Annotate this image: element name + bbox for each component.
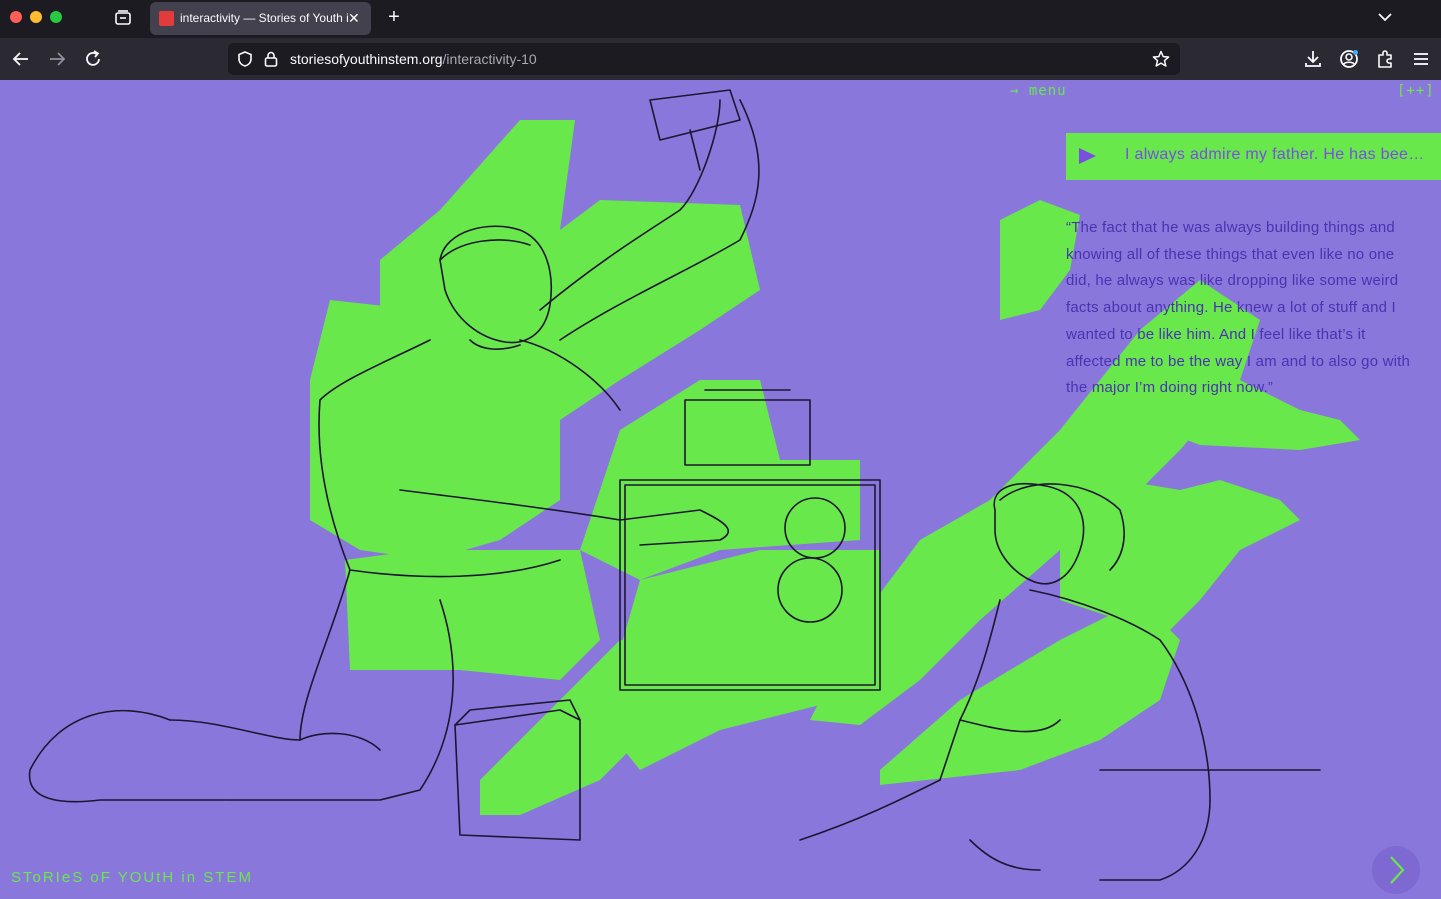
audio-caption: I always admire my father. He has been a… [1125,146,1430,163]
forward-icon[interactable] [46,48,68,70]
chevron-down-icon[interactable] [1376,10,1394,24]
expand-button[interactable]: [++] [1397,83,1435,99]
back-icon[interactable] [10,48,32,70]
url-host: storiesofyouthinstem.org [290,51,443,67]
new-tab-button[interactable]: + [383,5,405,29]
lock-icon[interactable] [263,50,279,68]
reload-icon[interactable] [82,48,104,70]
tab-title: interactivity — Stories of Youth in STEM [180,11,348,25]
menu-icon[interactable] [1410,48,1432,70]
zoom-window-button[interactable] [50,11,62,23]
menu-link[interactable]: → menu [1010,83,1067,99]
minimize-window-button[interactable] [30,11,42,23]
url-text[interactable]: storiesofyouthinstem.org/interactivity-1… [290,51,537,67]
close-tab-icon[interactable]: ✕ [348,9,360,27]
browser-titlebar: interactivity — Stories of Youth in STEM… [0,0,1441,38]
browser-navbar: storiesofyouthinstem.org/interactivity-1… [0,38,1441,80]
address-bar[interactable]: storiesofyouthinstem.org/interactivity-1… [228,43,1180,75]
audio-player[interactable]: I always admire my father. He has been a… [1066,133,1441,180]
account-icon[interactable] [1338,48,1360,70]
browser-tab-active[interactable]: interactivity — Stories of Youth in STEM… [150,2,371,35]
site-logo-text[interactable]: SToRIeS oF YOUtH in STEM [11,869,253,886]
shield-icon[interactable] [236,50,254,68]
url-path: /interactivity-10 [442,51,537,67]
close-window-button[interactable] [10,11,22,23]
story-quote: “The fact that he was always building th… [1066,219,1411,397]
page-canvas: → menu [++] I always admire my father. H… [0,80,1441,899]
next-page-button[interactable] [1372,846,1420,894]
illustration-artwork[interactable] [0,80,1441,899]
site-favicon-icon [159,11,174,26]
chevron-right-icon [1390,856,1405,884]
extensions-icon[interactable] [1374,48,1396,70]
tab-overview-icon[interactable] [113,8,133,28]
download-icon[interactable] [1302,48,1324,70]
star-icon[interactable] [1152,50,1170,68]
play-icon[interactable] [1077,147,1097,165]
